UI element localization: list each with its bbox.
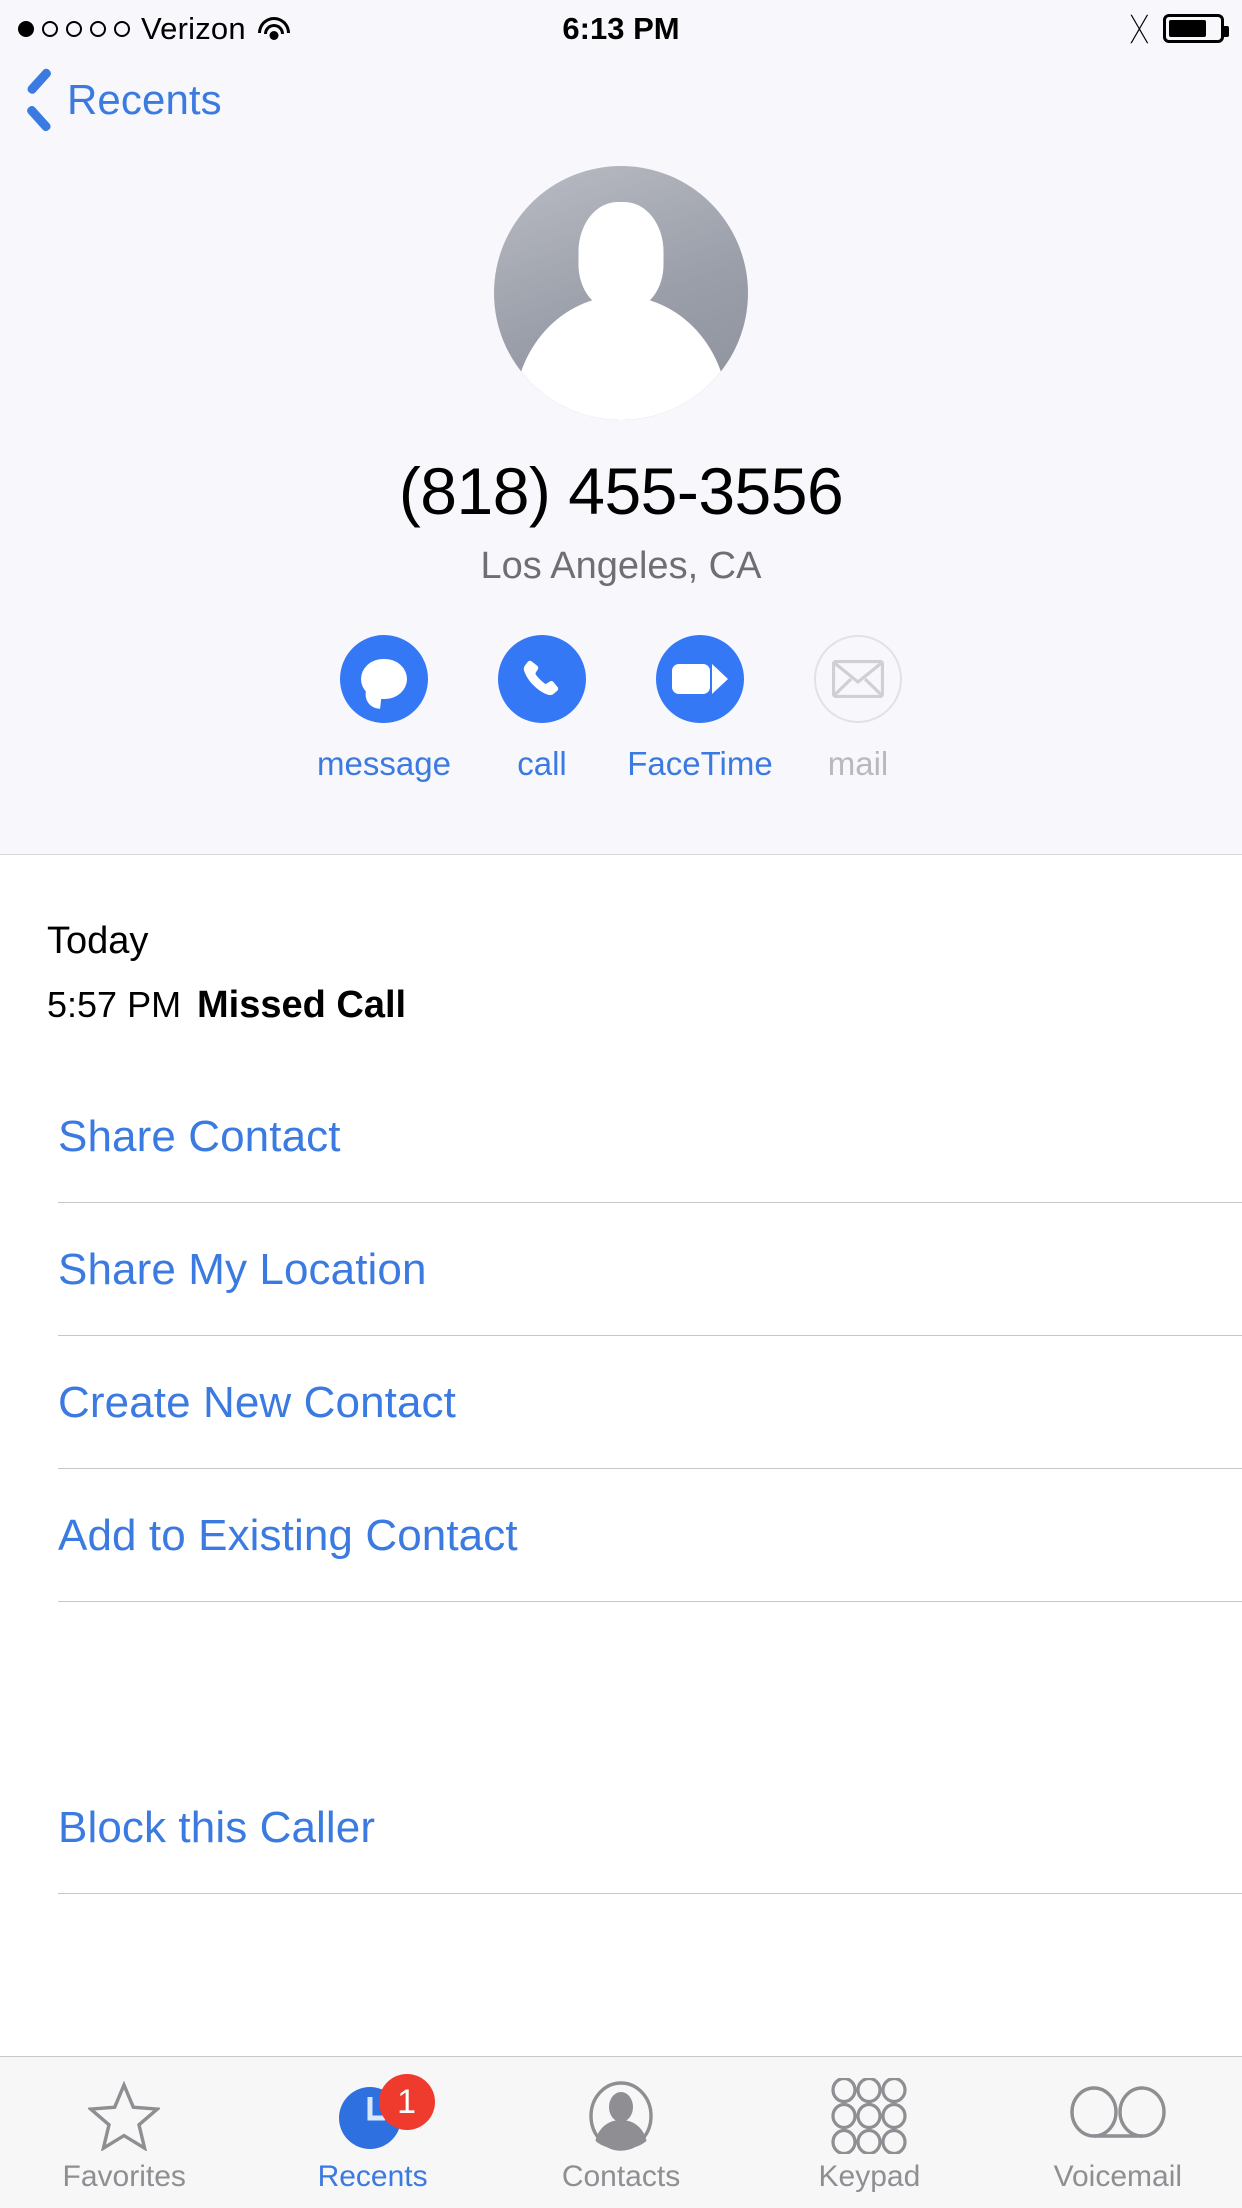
tab-bar: Favorites 1 Recents Contacts Keypad Voic…	[0, 2056, 1242, 2208]
tab-favorites[interactable]: Favorites	[0, 2078, 248, 2194]
block-this-caller-label: Block this Caller	[58, 1802, 376, 1852]
status-bar-clock: 6:13 PM	[562, 10, 680, 46]
keypad-dots-icon	[830, 2078, 908, 2154]
back-button-label: Recents	[67, 76, 222, 123]
row-separator	[58, 1892, 1242, 1894]
status-bar-right: ᚷ	[1129, 10, 1229, 47]
call-button-label: call	[517, 745, 567, 782]
share-my-location-row[interactable]: Share My Location	[0, 1203, 1242, 1336]
back-button[interactable]: Recents	[0, 74, 222, 126]
envelope-icon	[831, 659, 885, 699]
tab-contacts[interactable]: Contacts	[497, 2078, 745, 2194]
tab-keypad[interactable]: Keypad	[745, 2078, 993, 2194]
video-camera-icon	[672, 664, 728, 694]
page-title: (818) 455-3556	[398, 454, 844, 528]
message-button-label: message	[317, 745, 451, 782]
message-button[interactable]: message	[305, 635, 463, 783]
star-outline-icon	[88, 2078, 161, 2154]
add-to-existing-contact-label: Add to Existing Contact	[58, 1510, 518, 1560]
clock-filled-icon: 1	[337, 2074, 435, 2154]
phone-app-screen: Verizon 6:13 PM ᚷ Recents (818) 455-3556…	[0, 0, 1242, 2208]
call-log-entry: 5:57 PM Missed Call	[47, 984, 1242, 1027]
share-contact-row[interactable]: Share Contact	[0, 1070, 1242, 1203]
add-to-existing-contact-row[interactable]: Add to Existing Contact	[0, 1469, 1242, 1602]
tab-favorites-label: Favorites	[62, 2160, 186, 2193]
share-my-location-label: Share My Location	[58, 1244, 427, 1294]
call-log-day: Today	[47, 920, 149, 962]
message-bubble-icon	[361, 659, 407, 699]
tab-voicemail[interactable]: Voicemail	[994, 2078, 1242, 2194]
tab-recents-label: Recents	[317, 2160, 428, 2193]
mail-button: mail	[779, 635, 937, 783]
action-list: Share Contact Share My Location Create N…	[0, 1070, 1242, 1894]
contact-location: Los Angeles, CA	[480, 545, 762, 587]
recents-badge: 1	[378, 2074, 435, 2130]
call-button-circle	[498, 635, 586, 723]
row-separator	[58, 1600, 1242, 1602]
message-button-circle	[340, 635, 428, 723]
bluetooth-icon: ᚷ	[1129, 10, 1149, 47]
facetime-button-circle	[656, 635, 744, 723]
contacts-person-circle-icon	[585, 2078, 657, 2154]
create-new-contact-label: Create New Contact	[58, 1377, 456, 1427]
list-gap	[0, 1602, 1242, 1761]
navigation-bar: Recents	[0, 57, 1242, 143]
voicemail-icon	[1070, 2078, 1166, 2154]
mail-button-label: mail	[827, 745, 889, 782]
facetime-button-label: FaceTime	[627, 745, 773, 782]
tab-contacts-label: Contacts	[561, 2160, 681, 2193]
tab-voicemail-label: Voicemail	[1053, 2160, 1183, 2193]
mail-button-circle	[814, 635, 902, 723]
call-button[interactable]: call	[463, 635, 621, 783]
create-new-contact-row[interactable]: Create New Contact	[0, 1336, 1242, 1469]
contact-action-row: message call FaceTime mail	[0, 635, 1242, 783]
phone-handset-icon	[519, 656, 566, 702]
tab-recents[interactable]: 1 Recents	[248, 2074, 496, 2194]
battery-icon	[1163, 14, 1229, 43]
call-log-type: Missed Call	[197, 984, 407, 1026]
status-bar: Verizon 6:13 PM ᚷ	[0, 0, 1242, 57]
block-this-caller-row[interactable]: Block this Caller	[0, 1761, 1242, 1894]
tab-keypad-label: Keypad	[818, 2160, 921, 2193]
chevron-left-icon	[24, 74, 54, 126]
facetime-button[interactable]: FaceTime	[621, 635, 779, 783]
share-contact-label: Share Contact	[58, 1111, 341, 1161]
person-placeholder-avatar	[494, 166, 748, 420]
call-log-time: 5:57 PM	[47, 984, 182, 1025]
contact-header: (818) 455-3556 Los Angeles, CA message c…	[0, 143, 1242, 855]
